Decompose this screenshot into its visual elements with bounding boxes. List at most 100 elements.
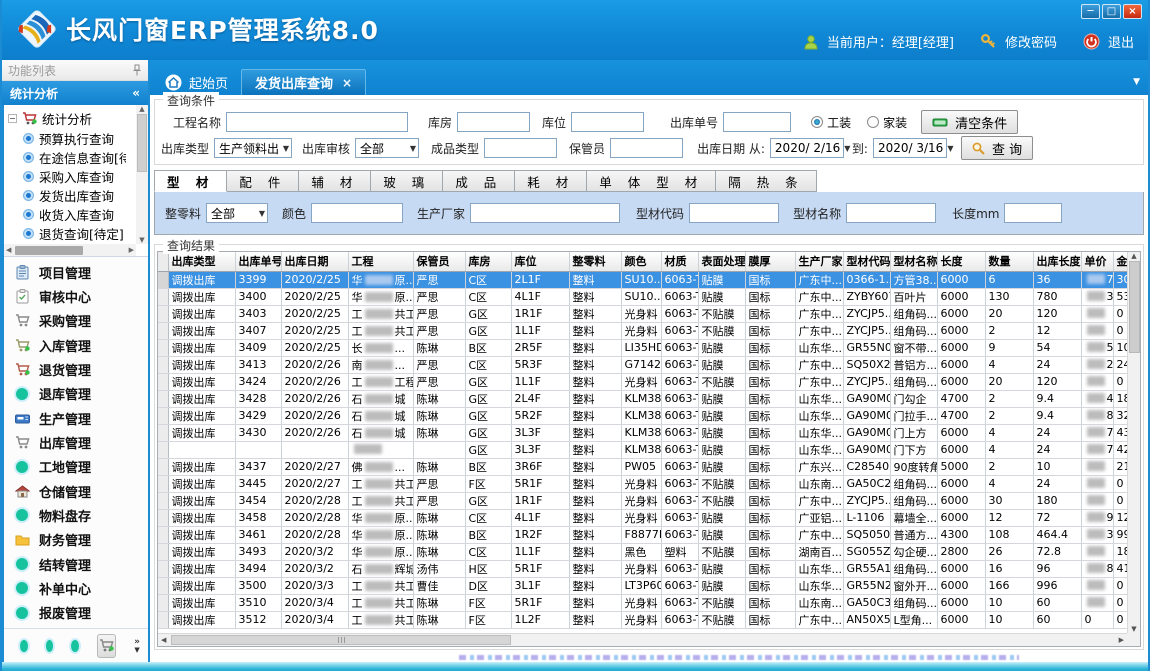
collapse-icon[interactable]: «	[132, 86, 140, 100]
table-row[interactable]: 调拨出库34002020/2/25华原...严思C区4L1F整料SU10...6…	[158, 288, 1127, 305]
column-header[interactable]: 出库日期	[281, 252, 348, 271]
keeper-input[interactable]	[610, 138, 683, 158]
sidebar-group-header[interactable]: 统计分析 «	[2, 81, 148, 105]
column-header[interactable]: 型材名称	[890, 252, 937, 271]
column-header[interactable]: 整零料	[569, 252, 621, 271]
maximize-button[interactable]: □	[1102, 4, 1121, 19]
grid-vertical-scrollbar[interactable]: ▲ ▼	[1127, 252, 1140, 633]
column-header[interactable]: 数量	[985, 252, 1033, 271]
table-row[interactable]: 调拨出库35102020/3/4工共工程陈琳F区5R1F整料光身料6063-T5…	[158, 594, 1127, 611]
radio-jiazhuang[interactable]: 家装	[867, 114, 907, 131]
date-from-picker[interactable]: 2020/ 2/16 ▼	[770, 138, 844, 158]
table-row[interactable]: 调拨出库35122020/3/4工共工程陈琳F区1L2F整料光身料6063-T5…	[158, 611, 1127, 628]
scroll-up-icon[interactable]: ▲	[1131, 252, 1136, 260]
scroll-right-icon[interactable]: ▶	[1119, 636, 1124, 644]
sidebar-item-项目管理[interactable]: 项目管理	[14, 261, 148, 283]
material-tab-7[interactable]: 单 体 型 材	[587, 170, 716, 192]
table-row[interactable]: G区3L3F整料KLM38176063-T5贴膜国标山东华...GA90M09.…	[158, 441, 1127, 458]
scroll-right-icon[interactable]: ▶	[129, 246, 134, 254]
sidebar-item-入库管理[interactable]: 入库管理	[14, 334, 148, 356]
sidebar-item-工地管理[interactable]: 工地管理	[14, 456, 148, 478]
material-tab-4[interactable]: 玻 璃	[371, 170, 443, 192]
tab-发货出库查询[interactable]: 发货出库查询×	[241, 69, 366, 95]
project-name-input[interactable]	[226, 112, 408, 132]
scroll-up-icon[interactable]: ▲	[139, 105, 144, 113]
table-row[interactable]: 调拨出库34542020/2/28工共工程严思G区1R1F整料光身料6063-T…	[158, 492, 1127, 509]
cart-shortcut-button[interactable]	[97, 634, 117, 658]
column-header[interactable]: 型材代码	[843, 252, 890, 271]
table-row[interactable]: 调拨出库34282020/2/26石城陈琳G区2L4F整料KLM38176063…	[158, 390, 1127, 407]
sidebar-item-报废管理[interactable]: 报废管理	[14, 602, 148, 624]
footer-overflow-chevron[interactable]: » ▼	[134, 638, 140, 654]
manufacturer-input[interactable]	[470, 203, 620, 223]
table-row[interactable]: 调拨出库34092020/2/25长...陈琳B区2R5F整料LI35HD606…	[158, 339, 1127, 356]
dot-icon[interactable]	[20, 640, 28, 652]
column-header[interactable]: 出库长度	[1033, 252, 1081, 271]
minimize-button[interactable]: ─	[1081, 4, 1100, 19]
column-header[interactable]: 出库类型	[168, 252, 235, 271]
scrollbar-thumb[interactable]	[171, 635, 511, 645]
table-row[interactable]: 调拨出库35002020/3/3工共工程曹佳D区3L1F整料LT3P606063…	[158, 577, 1127, 594]
column-header[interactable]: 库位	[511, 252, 569, 271]
table-row[interactable]: 调拨出库34302020/2/26石城陈琳G区3L3F整料KLM38176063…	[158, 424, 1127, 441]
sidebar-item-结转管理[interactable]: 结转管理	[14, 553, 148, 575]
table-row[interactable]: 调拨出库34372020/2/27佛...陈琳B区3R6F整料PW056063-…	[158, 458, 1127, 475]
column-header[interactable]: 颜色	[621, 252, 661, 271]
sidebar-item-退货管理[interactable]: 退货管理	[14, 359, 148, 381]
tree-item[interactable]: 在途信息查询[待定]	[8, 148, 126, 167]
sidebar-item-补单中心[interactable]: 补单中心	[14, 577, 148, 599]
table-row[interactable]: 调拨出库34932020/3/2华原...陈琳C区1L1F整料黑色塑料不贴膜国标…	[158, 543, 1127, 560]
tree-vertical-scrollbar[interactable]: ▲ ▼	[136, 105, 148, 244]
scrollbar-thumb[interactable]	[1129, 261, 1140, 353]
change-password-link[interactable]: 修改密码	[1005, 32, 1057, 51]
profile-code-input[interactable]	[689, 203, 779, 223]
material-tab-1[interactable]: 型 材	[154, 170, 227, 192]
scrollbar-thumb[interactable]	[15, 246, 83, 255]
scroll-left-icon[interactable]: ◀	[161, 636, 166, 644]
close-button[interactable]: ×	[1123, 4, 1142, 19]
whole-part-select[interactable]: 全部 ▼	[206, 203, 268, 223]
grid-horizontal-scrollbar[interactable]: ◀ ▶	[158, 633, 1127, 646]
clear-conditions-button[interactable]: 清空条件	[921, 110, 1018, 134]
table-row[interactable]: 调拨出库34132020/2/26南...严思C区5R3F整料G71422606…	[158, 356, 1127, 373]
column-header[interactable]: 长度	[937, 252, 985, 271]
column-header[interactable]: 库房	[465, 252, 511, 271]
column-header[interactable]: 金	[1113, 252, 1127, 271]
scroll-down-icon[interactable]: ▼	[139, 236, 144, 244]
logout-link[interactable]: 退出	[1108, 32, 1134, 51]
scrollbar-thumb[interactable]	[137, 114, 147, 172]
sidebar-item-出库管理[interactable]: 出库管理	[14, 432, 148, 454]
dot-icon[interactable]	[71, 640, 79, 652]
date-to-picker[interactable]: 2020/ 3/16 ▼	[873, 138, 947, 158]
order-no-input[interactable]	[723, 112, 791, 132]
material-tab-6[interactable]: 耗 材	[515, 170, 587, 192]
table-row[interactable]: 调拨出库33992020/2/25华原...严思C区2L1F整料SU10...6…	[158, 271, 1127, 288]
tree-item[interactable]: 退货查询[待定]	[8, 224, 126, 243]
column-header[interactable]: 材质	[661, 252, 698, 271]
sidebar-item-财务管理[interactable]: 财务管理	[14, 529, 148, 551]
material-tab-8[interactable]: 隔 热 条	[716, 170, 816, 192]
search-button[interactable]: 查 询	[961, 136, 1033, 160]
table-row[interactable]: 调拨出库34032020/2/25工共工程严思G区1R1F整料光身料6063-T…	[158, 305, 1127, 322]
tree-horizontal-scrollbar[interactable]: ◀ ▶	[4, 244, 136, 256]
audit-select[interactable]: 全部 ▼	[355, 138, 419, 158]
table-row[interactable]: 调拨出库34072020/2/25工共工程严思G区1L1F整料光身料6063-T…	[158, 322, 1127, 339]
column-header[interactable]: 出库单号	[235, 252, 281, 271]
scroll-down-icon[interactable]: ▼	[1131, 625, 1136, 633]
length-input[interactable]	[1004, 203, 1062, 223]
column-header[interactable]: 保管员	[413, 252, 465, 271]
sidebar-item-审核中心[interactable]: 审核中心	[14, 286, 148, 308]
material-tab-2[interactable]: 配 件	[227, 170, 299, 192]
column-header[interactable]: 工程	[348, 252, 413, 271]
tree-item[interactable]: 预算执行查询	[8, 129, 126, 148]
table-row[interactable]: 调拨出库34292020/2/26石城陈琳G区5R2F整料KLM38176063…	[158, 407, 1127, 424]
sidebar-item-退库管理[interactable]: 退库管理	[14, 383, 148, 405]
sidebar-item-采购管理[interactable]: 采购管理	[14, 310, 148, 332]
sidebar-item-生产管理[interactable]: 生产管理	[14, 407, 148, 429]
radio-gongzhuang[interactable]: 工装	[811, 114, 851, 131]
location-input[interactable]	[571, 112, 644, 132]
tree-item[interactable]: 采购入库查询	[8, 167, 126, 186]
tree-item[interactable]: 发货出库查询	[8, 186, 126, 205]
sidebar-item-物料盘存[interactable]: 物料盘存	[14, 504, 148, 526]
tree-item[interactable]: 收货入库查询	[8, 205, 126, 224]
